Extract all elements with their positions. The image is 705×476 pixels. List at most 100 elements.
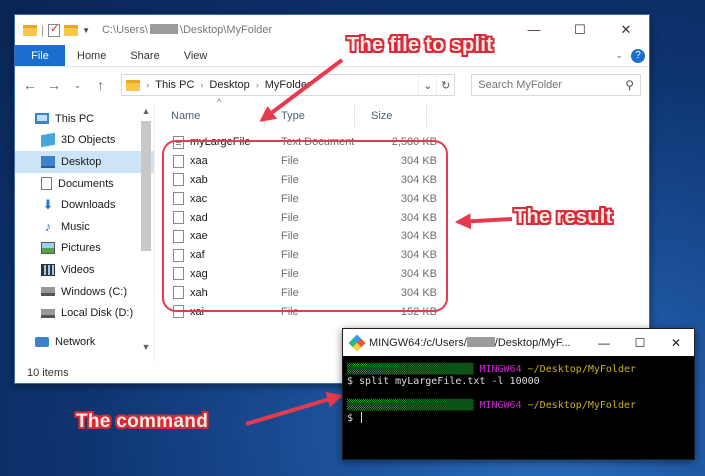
terminal-title-end: /Desktop/MyF... (494, 336, 571, 349)
videos-icon (41, 263, 55, 276)
forward-arrow-icon[interactable]: → (47, 77, 61, 93)
nav-item-network[interactable]: Network (15, 331, 154, 353)
prompt-host: MINGW64 (479, 400, 522, 411)
drive-icon (41, 287, 55, 297)
nav-item-label: Local Disk (D:) (61, 307, 134, 320)
nav-item-label: Music (61, 220, 90, 233)
pc-icon (35, 113, 49, 125)
annotation-result: The result (514, 206, 613, 228)
nav-item-local-disk-d[interactable]: Local Disk (D:) (15, 302, 154, 324)
address-bar-actions: ⌄ ↻ (418, 75, 454, 95)
tab-file[interactable]: File (15, 45, 65, 66)
nav-item-label: Pictures (61, 242, 101, 255)
properties-icon[interactable] (48, 22, 61, 37)
prompt-host: MINGW64 (479, 364, 522, 375)
up-arrow-icon[interactable]: ↑ (94, 77, 107, 93)
nav-item-videos[interactable]: Videos (15, 259, 154, 281)
nav-item-pictures[interactable]: Pictures (15, 238, 154, 260)
address-bar[interactable]: › This PC › Desktop › MyFolder ⌄ ↻ (121, 74, 456, 96)
mingw64-terminal-window[interactable]: MINGW64:/c/Users/ /Desktop/MyF... — ☐ ✕ ▒… (342, 328, 695, 460)
nav-item-music[interactable]: ♪ Music (15, 216, 154, 238)
drive-icon (41, 308, 55, 318)
redacted-user-host: ▒▒▒▒▒▒▒▒▒▒▒▒▒▒▒▒▒▒▒▒▒ (347, 400, 480, 411)
address-dropdown-icon[interactable]: ⌄ (418, 75, 436, 95)
nav-item-downloads[interactable]: ⬇ Downloads (15, 194, 154, 216)
refresh-icon[interactable]: ↻ (436, 75, 454, 95)
window-title: C:\Users\ \Desktop\MyFolder (102, 24, 272, 36)
tab-share[interactable]: Share (118, 45, 171, 66)
expand-ribbon-icon[interactable]: ⌄ (615, 50, 623, 61)
input-prompt: $ (347, 413, 360, 424)
tab-home[interactable]: Home (65, 45, 118, 66)
music-icon: ♪ (44, 218, 52, 234)
minimize-button[interactable]: — (511, 22, 557, 38)
column-header-name[interactable]: Name (155, 105, 265, 127)
prompt-line: ▒▒▒▒▒▒▒▒▒▒▒▒▒▒▒▒▒▒▒▒▒ MINGW64 ~/Desktop/… (347, 400, 690, 412)
terminal-output[interactable]: ▒▒▒▒▒▒▒▒▒▒▒▒▒▒▒▒▒▒▒▒▒ MINGW64 ~/Desktop/… (343, 356, 694, 433)
search-input[interactable] (478, 79, 626, 91)
breadcrumb-separator-icon[interactable]: › (146, 80, 149, 90)
downloads-icon: ⬇ (42, 197, 54, 213)
input-line[interactable]: $ (347, 412, 690, 425)
customize-toolbar-icon[interactable]: ▼ (82, 26, 90, 35)
nav-item-desktop[interactable]: Desktop (15, 151, 154, 173)
breadcrumb-separator-icon[interactable]: › (200, 80, 203, 90)
git-bash-icon (348, 334, 366, 351)
command-line: $ split myLargeFile.txt -l 10000 (347, 376, 540, 387)
column-header-size[interactable]: Size (355, 105, 427, 127)
scrollbar-thumb[interactable] (141, 121, 151, 251)
status-bar-item-count: 10 items (27, 367, 69, 379)
nav-item-windows-c[interactable]: Windows (C:) (15, 281, 154, 303)
terminal-title-bar[interactable]: MINGW64:/c/Users/ /Desktop/MyF... — ☐ ✕ (343, 329, 694, 356)
nav-item-label: Network (55, 335, 96, 348)
annotation-command: The command (76, 411, 209, 432)
terminal-minimize-button[interactable]: — (586, 336, 622, 350)
breadcrumb-this-pc[interactable]: This PC (155, 79, 194, 91)
scroll-up-icon[interactable]: ▲ (138, 103, 154, 119)
tab-view[interactable]: View (172, 45, 220, 66)
navigation-bar: ← → ⌄ ↑ › This PC › Desktop › MyFolder ⌄… (15, 67, 649, 103)
scroll-down-icon[interactable]: ▼ (138, 339, 154, 355)
ribbon-right-controls: ⌄ ? (615, 45, 649, 66)
prompt-path: ~/Desktop/MyFolder (527, 364, 637, 375)
recent-locations-icon[interactable]: ⌄ (71, 80, 84, 91)
terminal-title-start: MINGW64:/c/Users/ (369, 336, 467, 349)
navigation-pane: This PC 3D Objects Desktop Documents ⬇ D… (15, 103, 155, 363)
search-icon[interactable]: ⚲ (625, 78, 634, 92)
terminal-title: MINGW64:/c/Users/ /Desktop/MyF... (369, 336, 571, 349)
maximize-button[interactable]: ☐ (557, 22, 603, 38)
annotation-file-to-split: The file to split (347, 34, 494, 56)
nav-item-label: Documents (58, 177, 114, 190)
search-box[interactable]: ⚲ (471, 74, 642, 96)
window-controls: — ☐ ✕ (511, 22, 649, 38)
nav-item-3d-objects[interactable]: 3D Objects (15, 130, 154, 152)
back-arrow-icon[interactable]: ← (23, 77, 37, 93)
network-icon (35, 336, 49, 347)
breadcrumb-myfolder[interactable]: MyFolder (265, 79, 311, 91)
nav-item-label: Videos (61, 263, 95, 276)
new-folder-icon[interactable] (64, 24, 79, 36)
pictures-icon (41, 242, 55, 255)
redacted-username (149, 24, 178, 34)
terminal-close-button[interactable]: ✕ (658, 336, 694, 350)
nav-item-label: Desktop (61, 155, 102, 168)
title-path-start: C:\Users\ (102, 24, 148, 36)
quick-access-toolbar: | ▼ (15, 22, 90, 37)
explorer-title-bar[interactable]: | ▼ C:\Users\ \Desktop\MyFolder — ☐ ✕ (15, 15, 649, 45)
nav-item-this-pc[interactable]: This PC (15, 108, 154, 130)
close-button[interactable]: ✕ (603, 22, 649, 38)
3d-objects-icon (41, 133, 55, 148)
nav-item-label: Downloads (61, 199, 116, 212)
prompt-path: ~/Desktop/MyFolder (527, 400, 637, 411)
breadcrumb-desktop[interactable]: Desktop (209, 79, 249, 91)
title-path-end: \Desktop\MyFolder (179, 24, 273, 36)
breadcrumb-separator-icon[interactable]: › (256, 80, 259, 90)
terminal-maximize-button[interactable]: ☐ (622, 336, 658, 350)
documents-icon (41, 177, 52, 191)
navigation-scrollbar[interactable]: ▲ ▼ (138, 103, 154, 363)
ribbon-tabs: File Home Share View ⌄ ? (15, 45, 649, 67)
nav-item-documents[interactable]: Documents (15, 173, 154, 195)
column-header-type[interactable]: Type (265, 105, 355, 127)
help-icon[interactable]: ? (631, 48, 645, 63)
